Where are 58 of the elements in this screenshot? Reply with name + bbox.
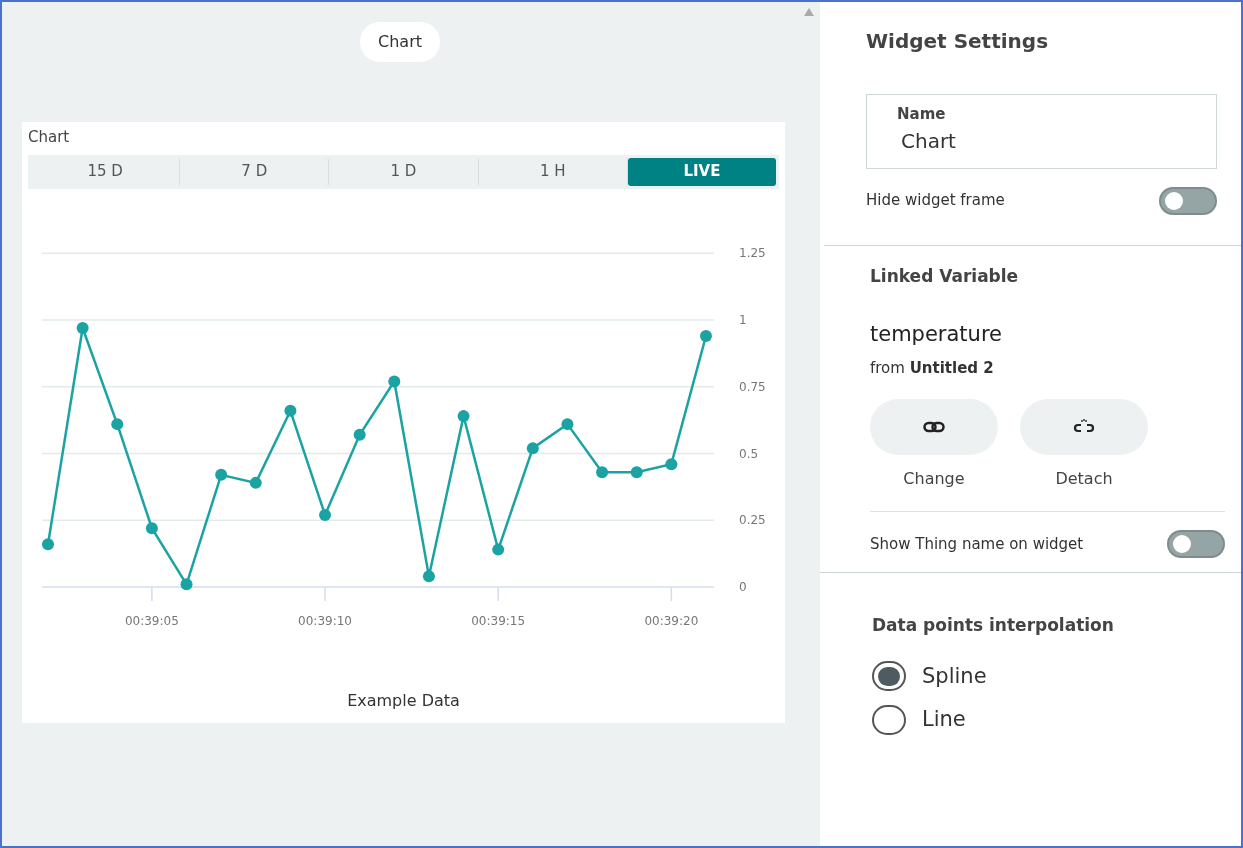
- range-tab[interactable]: 1 D: [329, 157, 479, 186]
- range-tab[interactable]: 7 D: [180, 157, 330, 186]
- action-button[interactable]: [870, 399, 998, 455]
- toggle-switch[interactable]: [1159, 186, 1217, 215]
- y-axis-label: 0.5: [738, 446, 758, 460]
- y-axis-label: 0.75: [738, 379, 766, 394]
- y-axis-label: 0: [738, 579, 747, 594]
- data-point: [526, 441, 539, 454]
- widget-label: Chart: [360, 22, 440, 62]
- broken-link-icon: [1073, 419, 1095, 435]
- x-axis-label: 00:39:20: [643, 613, 698, 628]
- name-field[interactable]: Name Chart: [866, 94, 1217, 169]
- hide-frame-label: Hide widget frame: [866, 190, 1005, 212]
- chart-title: Chart: [28, 127, 71, 148]
- toggle-switch[interactable]: [1167, 530, 1225, 558]
- range-tab[interactable]: 15 D: [31, 157, 181, 186]
- section-title: Data points interpolation: [872, 614, 1115, 637]
- show-thing-label: Show Thing name on widget: [870, 533, 1084, 555]
- section-title: Linked Variable: [870, 264, 1020, 288]
- data-point: [41, 537, 54, 550]
- data-point: [387, 374, 400, 387]
- radio-button[interactable]: [872, 704, 906, 735]
- settings-title: Widget Settings: [866, 28, 1050, 55]
- x-axis-label: 00:39:10: [297, 613, 352, 628]
- scroll-up-icon[interactable]: [804, 8, 814, 16]
- data-point: [491, 543, 504, 556]
- link-icon: [923, 421, 945, 433]
- data-point: [283, 404, 296, 417]
- data-point: [595, 465, 608, 478]
- y-axis-label: 1.25: [738, 245, 766, 260]
- x-axis-label: 00:39:15: [470, 613, 525, 628]
- action-label: Change: [903, 468, 965, 490]
- data-point: [699, 329, 712, 342]
- y-axis-label: 1: [738, 312, 747, 327]
- data-point: [353, 428, 366, 441]
- data-point: [76, 321, 89, 334]
- radio-label: Spline: [922, 662, 987, 690]
- x-axis-label: 00:39:05: [124, 613, 179, 628]
- data-point: [110, 417, 123, 430]
- range-tab[interactable]: 1 H: [478, 157, 628, 186]
- data-point: [214, 468, 227, 481]
- action-label: Detach: [1055, 468, 1113, 490]
- legend-label: Example Data: [347, 689, 460, 712]
- data-point: [180, 577, 192, 590]
- data-point: [145, 521, 158, 534]
- data-point: [664, 457, 677, 470]
- range-tab[interactable]: LIVE: [627, 157, 776, 186]
- radio-button[interactable]: [872, 661, 906, 692]
- y-axis-label: 0.25: [738, 512, 766, 527]
- data-point: [457, 409, 470, 422]
- data-point: [422, 569, 435, 582]
- variable-source: from Untitled 2: [870, 357, 995, 379]
- data-point: [318, 508, 331, 521]
- data-point: [630, 465, 643, 478]
- variable-name: temperature: [870, 321, 1003, 348]
- data-point: [249, 476, 262, 489]
- radio-label: Line: [922, 706, 966, 733]
- data-point: [560, 417, 573, 430]
